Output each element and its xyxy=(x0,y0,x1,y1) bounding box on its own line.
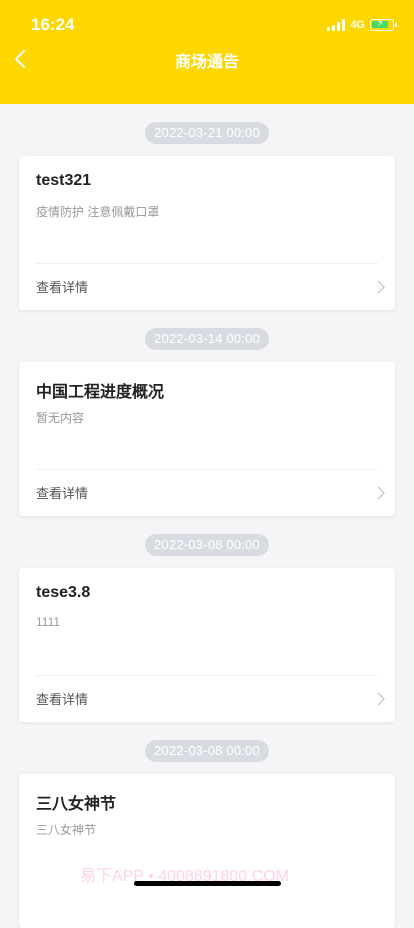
notice-card[interactable]: 三八女神节 三八女神节 xyxy=(19,774,395,928)
notice-title: test321 xyxy=(36,172,92,189)
notice-summary: 疫情防护 注意佩戴口罩 xyxy=(36,205,160,219)
view-details-row[interactable]: 查看详情 xyxy=(36,470,385,515)
notice-card[interactable]: 中国工程进度概况 暂无内容 查看详情 xyxy=(19,362,395,516)
home-indicator xyxy=(134,881,281,886)
chevron-right-icon xyxy=(377,279,385,294)
notice-title: tese3.8 xyxy=(36,584,91,601)
view-details-label: 查看详情 xyxy=(36,692,89,707)
page-title: 商场通告 xyxy=(174,54,239,71)
battery-icon: ⚡ xyxy=(370,18,397,31)
notice-item: 2022-03-08 00:00 tese3.8 1111 查看详情 xyxy=(0,516,414,722)
status-indicators: 4G ⚡ xyxy=(327,17,397,33)
notice-date: 2022-03-14 00:00 xyxy=(145,328,269,350)
nav-bar: 商场通告 xyxy=(0,44,414,74)
notice-date: 2022-03-08 00:00 xyxy=(145,534,269,556)
notice-card[interactable]: test321 疫情防护 注意佩戴口罩 查看详情 xyxy=(19,156,395,310)
notice-date: 2022-03-21 00:00 xyxy=(145,122,269,144)
status-bar: 16:24 4G ⚡ xyxy=(0,0,414,48)
chevron-right-icon xyxy=(377,485,385,500)
network-type: 4G xyxy=(350,19,365,31)
notice-item: 2022-03-21 00:00 test321 疫情防护 注意佩戴口罩 查看详… xyxy=(0,104,414,310)
notice-summary: 三八女神节 xyxy=(36,823,97,837)
notice-summary: 1111 xyxy=(36,615,61,629)
notice-item: 2022-03-08 00:00 三八女神节 三八女神节 xyxy=(0,722,414,928)
view-details-row[interactable]: 查看详情 xyxy=(36,676,385,721)
notice-item: 2022-03-14 00:00 中国工程进度概况 暂无内容 查看详情 xyxy=(0,310,414,516)
signal-icon xyxy=(327,19,346,31)
header-bar: 16:24 4G ⚡ 商场通告 xyxy=(0,0,414,104)
chevron-right-icon xyxy=(377,691,385,706)
notice-list: 2022-03-21 00:00 test321 疫情防护 注意佩戴口罩 查看详… xyxy=(0,104,414,928)
notice-date: 2022-03-08 00:00 xyxy=(145,740,269,762)
view-details-label: 查看详情 xyxy=(36,280,89,295)
view-details-label: 查看详情 xyxy=(36,486,89,501)
notice-title: 中国工程进度概况 xyxy=(36,384,165,401)
notice-card[interactable]: tese3.8 1111 查看详情 xyxy=(19,568,395,722)
status-time: 16:24 xyxy=(31,15,75,34)
view-details-row[interactable]: 查看详情 xyxy=(36,264,385,309)
notice-summary: 暂无内容 xyxy=(36,411,85,425)
notice-title: 三八女神节 xyxy=(36,796,117,813)
